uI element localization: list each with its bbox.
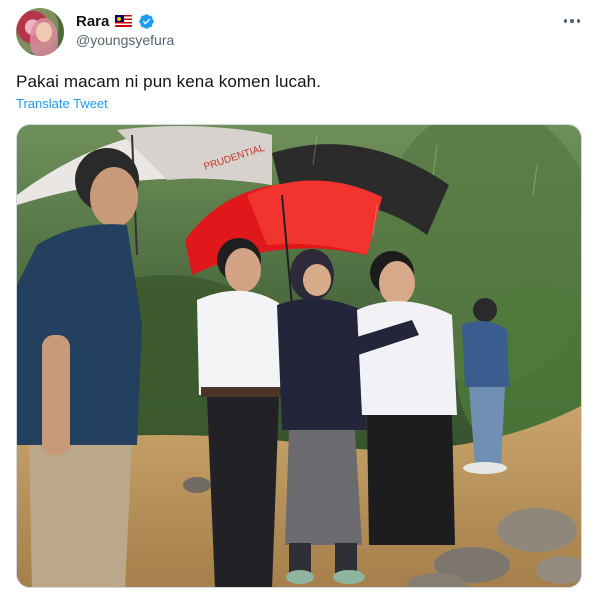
avatar-face-shape bbox=[36, 22, 52, 42]
rock-shape bbox=[183, 477, 211, 493]
more-dot-icon bbox=[563, 19, 568, 23]
author-handle[interactable]: @youngsyefura bbox=[76, 32, 174, 48]
author-display-name[interactable]: Rara bbox=[76, 13, 109, 30]
person-blue-shirt bbox=[462, 321, 509, 387]
person-face bbox=[225, 248, 261, 292]
person-arm bbox=[42, 335, 70, 455]
more-dot-icon bbox=[570, 19, 574, 23]
person-legs bbox=[335, 543, 357, 573]
person-white-shirt bbox=[197, 290, 287, 395]
photo-illustration: PRUDENTIAL bbox=[17, 125, 581, 587]
rock-shape bbox=[497, 508, 577, 552]
more-dot-icon bbox=[576, 19, 581, 23]
person-face bbox=[303, 264, 331, 296]
person-patterned-skirt bbox=[285, 430, 362, 545]
person-jeans bbox=[469, 387, 505, 465]
more-options-icon[interactable] bbox=[562, 11, 582, 31]
translate-tweet-link[interactable]: Translate Tweet bbox=[16, 96, 108, 111]
person-khaki-trousers bbox=[29, 445, 132, 587]
person-face bbox=[90, 167, 138, 227]
avatar[interactable] bbox=[16, 8, 64, 56]
person-belt bbox=[201, 387, 281, 397]
person-face bbox=[379, 261, 415, 305]
verified-badge-icon bbox=[139, 13, 155, 29]
person-dark-trousers bbox=[207, 397, 279, 587]
author-name-row: Rara bbox=[76, 11, 155, 31]
malaysia-flag-icon bbox=[115, 15, 133, 27]
tweet-text: Pakai macam ni pun kena komen lucah. bbox=[16, 72, 322, 91]
person-hair bbox=[473, 298, 497, 322]
person-dark-jacket bbox=[277, 298, 367, 430]
person-legs bbox=[289, 543, 311, 573]
person-shoe bbox=[463, 462, 507, 474]
person-batik-shirt bbox=[17, 224, 142, 445]
person-sneaker bbox=[333, 570, 365, 584]
person-sneaker bbox=[286, 570, 314, 584]
tweet-photo[interactable]: PRUDENTIAL bbox=[16, 124, 582, 588]
person-dark-trousers bbox=[367, 415, 455, 545]
red-umbrella-panel bbox=[247, 180, 382, 255]
person-white-polo bbox=[357, 301, 457, 415]
